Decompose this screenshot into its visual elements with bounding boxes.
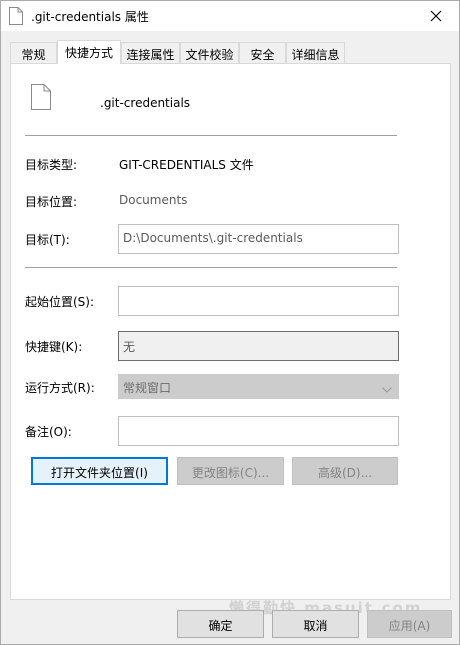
run-label: 运行方式(R):	[25, 381, 95, 395]
divider	[25, 267, 397, 268]
hotkey-input[interactable]: 无	[118, 331, 399, 361]
document-icon	[31, 84, 51, 110]
start-in-input[interactable]	[118, 286, 399, 316]
divider	[25, 135, 397, 136]
window-title: .git-credentials 属性	[31, 10, 149, 24]
close-button[interactable]	[413, 1, 459, 31]
target-type-value: GIT-CREDENTIALS 文件	[119, 158, 254, 172]
shortcut-panel: .git-credentials 目标类型: GIT-CREDENTIALS 文…	[10, 63, 451, 600]
tab-details[interactable]: 详细信息	[286, 42, 345, 63]
tab-checksum[interactable]: 文件校验	[180, 42, 239, 63]
target-input[interactable]: D:\Documents\.git-credentials	[118, 224, 399, 254]
target-location-label: 目标位置:	[25, 195, 78, 209]
target-type-label: 目标类型:	[25, 158, 78, 172]
comment-label: 备注(O):	[25, 425, 72, 439]
change-icon-button[interactable]: 更改图标(C)...	[177, 457, 284, 485]
start-in-label: 起始位置(S):	[25, 295, 95, 309]
chevron-down-icon	[382, 382, 392, 396]
run-select[interactable]: 常规窗口	[118, 374, 399, 399]
open-file-location-button[interactable]: 打开文件夹位置(I)	[31, 457, 168, 485]
apply-button[interactable]: 应用(A)	[367, 610, 452, 638]
target-label: 目标(T):	[25, 233, 70, 247]
close-icon	[430, 10, 442, 22]
advanced-button[interactable]: 高级(D)...	[292, 457, 398, 485]
tab-connection[interactable]: 连接属性	[121, 42, 180, 63]
tab-general[interactable]: 常规	[10, 42, 57, 63]
tab-security[interactable]: 安全	[239, 42, 286, 63]
title-bar: .git-credentials 属性	[1, 1, 459, 31]
target-location-value: Documents	[119, 193, 188, 207]
document-icon	[9, 7, 23, 25]
properties-dialog: .git-credentials 属性 常规 快捷方式 连接属性 文件校验 安全…	[0, 0, 460, 645]
run-select-value: 常规窗口	[123, 381, 172, 395]
hotkey-label: 快捷键(K):	[25, 340, 83, 354]
tab-shortcut[interactable]: 快捷方式	[57, 40, 121, 64]
file-name: .git-credentials	[100, 96, 191, 110]
comment-input[interactable]	[118, 416, 399, 446]
ok-button[interactable]: 确定	[177, 610, 264, 638]
cancel-button[interactable]: 取消	[272, 610, 359, 638]
